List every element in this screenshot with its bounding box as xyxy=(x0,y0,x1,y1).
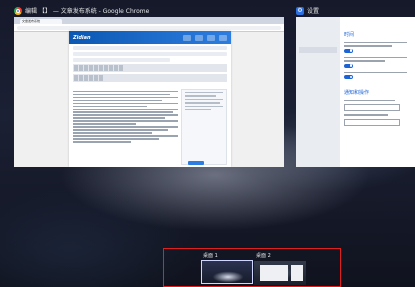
toolbar-button[interactable] xyxy=(89,65,93,71)
desktop-1-thumbnail[interactable] xyxy=(201,260,253,284)
settings-window-thumbnail[interactable]: 时间 通知和操作 xyxy=(296,17,415,167)
settings-window-title[interactable]: ⚙ 设置 xyxy=(296,6,319,15)
nav-item[interactable] xyxy=(195,34,203,41)
toolbar-button[interactable] xyxy=(99,75,103,81)
toggle-switch[interactable] xyxy=(344,63,353,68)
form-row[interactable] xyxy=(73,52,227,56)
editor-toolbar xyxy=(73,64,227,72)
form-row[interactable] xyxy=(73,58,171,62)
chrome-window-thumbnail[interactable]: 文章发布系统 Zidian xyxy=(14,17,284,167)
settings-nav-item[interactable] xyxy=(299,38,337,44)
editor-toolbar-secondary xyxy=(73,74,227,82)
toolbar-button[interactable] xyxy=(84,65,88,71)
settings-nav-item[interactable] xyxy=(299,20,337,26)
toggle-switch[interactable] xyxy=(344,48,353,53)
settings-nav-item[interactable] xyxy=(299,92,337,98)
settings-nav-item[interactable] xyxy=(299,56,337,62)
toolbar-button[interactable] xyxy=(94,75,98,81)
nav-item[interactable] xyxy=(183,34,191,41)
toolbar-button[interactable] xyxy=(119,65,123,71)
toolbar-button[interactable] xyxy=(79,65,83,71)
toolbar-button[interactable] xyxy=(99,65,103,71)
site-nav xyxy=(183,34,231,41)
url-field[interactable] xyxy=(17,25,281,30)
browser-tab[interactable]: 文章发布系统 xyxy=(20,19,62,24)
settings-nav-item[interactable] xyxy=(299,65,337,71)
toggle-switch[interactable] xyxy=(344,74,353,79)
settings-window-title-text: 设置 xyxy=(307,8,320,15)
toolbar-button[interactable] xyxy=(89,75,93,81)
toolbar-button[interactable] xyxy=(94,65,98,71)
settings-nav-item-active[interactable] xyxy=(299,47,337,53)
browser-tabbar: 文章发布系统 xyxy=(14,17,284,24)
chrome-window-title[interactable]: 编辑 【】 — 文章发布系统 - Google Chrome xyxy=(14,6,149,15)
web-page: Zidian xyxy=(69,31,231,167)
settings-nav-item[interactable] xyxy=(299,74,337,80)
desktop-2-label: 桌面 2 xyxy=(256,253,271,259)
settings-sidebar xyxy=(296,17,340,167)
chrome-window-title-text: 编辑 【】 — 文章发布系统 - Google Chrome xyxy=(25,8,150,15)
toolbar-button[interactable] xyxy=(109,65,113,71)
toolbar-button[interactable] xyxy=(79,75,83,81)
settings-content: 时间 通知和操作 xyxy=(344,21,412,129)
toolbar-button[interactable] xyxy=(84,75,88,81)
site-header: Zidian xyxy=(69,31,231,44)
desktop-2-thumbnail[interactable] xyxy=(254,261,306,285)
section-heading: 通知和操作 xyxy=(344,89,370,96)
toolbar-button[interactable] xyxy=(74,75,78,81)
site-logo: Zidian xyxy=(73,34,91,41)
sidebar-panel xyxy=(181,89,227,165)
toolbar-button[interactable] xyxy=(114,65,118,71)
nav-item[interactable] xyxy=(207,34,215,41)
desktop-1-label: 桌面 1 xyxy=(203,253,218,259)
settings-nav-item[interactable] xyxy=(299,29,337,35)
submit-button[interactable] xyxy=(188,161,204,165)
gear-icon: ⚙ xyxy=(296,6,304,15)
form-row[interactable] xyxy=(73,46,227,50)
article-body[interactable] xyxy=(73,89,178,144)
toolbar-button[interactable] xyxy=(104,65,108,71)
chrome-icon xyxy=(14,6,22,15)
nav-item[interactable] xyxy=(219,34,227,41)
toolbar-button[interactable] xyxy=(74,65,78,71)
settings-nav-item[interactable] xyxy=(299,83,337,89)
section-heading: 时间 xyxy=(344,32,355,38)
dropdown-select[interactable] xyxy=(344,118,401,126)
dropdown-select[interactable] xyxy=(344,104,401,112)
